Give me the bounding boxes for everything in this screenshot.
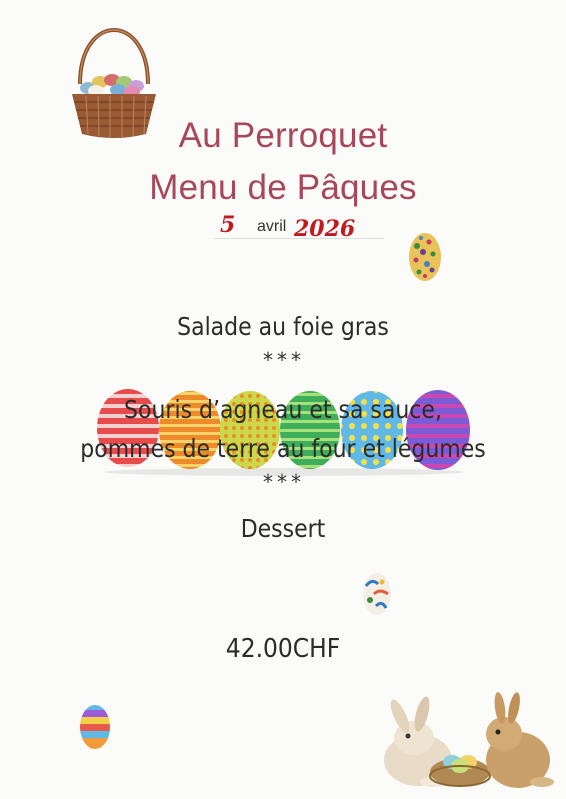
date-month: avril: [257, 218, 287, 235]
starter-item: Salade au foie gras: [177, 312, 389, 341]
easter-egg-icon: [363, 573, 391, 615]
main-course-line-2: pommes de terre au four et légumes: [80, 434, 486, 463]
easter-egg-icon: [409, 233, 441, 281]
main-course-line-1: Souris d’agneau et sa sauce,: [124, 395, 442, 424]
easter-egg-icon: [80, 705, 110, 749]
date-line: 5 avril 2026: [214, 208, 394, 242]
bunnies-icon: [384, 692, 554, 788]
date-day: 5: [220, 212, 236, 238]
price: 42.00CHF: [225, 634, 341, 664]
separator-1: ***: [261, 348, 305, 372]
dessert-item: Dessert: [240, 514, 326, 543]
restaurant-name: Au Perroquet: [178, 116, 388, 155]
menu-title: Menu de Pâques: [149, 168, 417, 207]
separator-2: ***: [261, 470, 305, 494]
